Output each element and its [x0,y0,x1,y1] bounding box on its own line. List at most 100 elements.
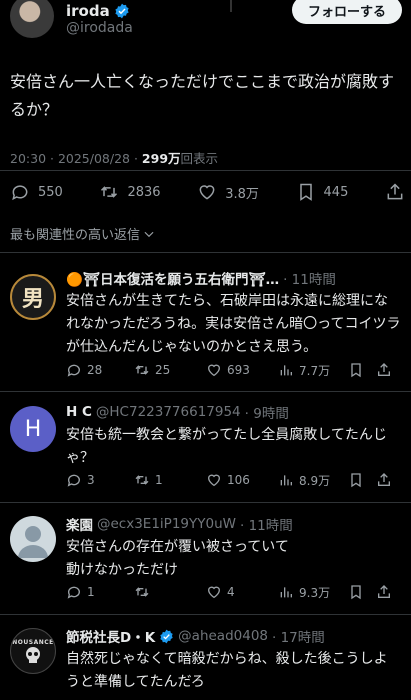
bookmark-icon [299,183,312,201]
heart-icon [207,474,221,487]
divider [0,614,411,615]
reply-header: 節税社長D・K @ahead0408 · 17時間 [66,626,401,646]
analytics-icon [280,587,292,598]
reply-time[interactable]: · 11時間 [240,514,293,534]
reply-handle[interactable]: @HC7223776617954 [96,404,241,420]
reply-action[interactable]: 550 [10,182,63,202]
reply-repost-action[interactable]: 25 [134,362,206,378]
author-handle: @irodada [66,20,133,36]
reply-views[interactable]: 8.9万 [278,472,348,489]
reply-sort-dropdown[interactable]: 最も関連性の高い返信 [10,224,156,243]
post-views-suffix: 回表示 [180,151,219,166]
reply-icon [12,185,28,201]
reply-header: 🟠⛩日本復活を願う五右衛門⛩… · 11時間 [66,268,401,288]
author-name-row[interactable]: iroda [66,2,130,20]
heart-icon [207,586,221,599]
reply-share-action[interactable] [376,584,392,600]
avatar-glyph: 男 [21,287,44,312]
reply-reply-count: 3 [87,473,95,487]
reply-view-count: 7.7万 [299,363,331,378]
share-icon [378,473,390,486]
chevron-down-icon [144,231,154,237]
reply-text: 安倍さんが生きてたら、石破岸田は永遠に総理になれなかっただろうね。実は安倍さん暗… [66,293,401,355]
bookmark-count: 445 [323,184,349,200]
bookmark-icon [351,585,361,600]
reply-reply-action[interactable]: 1 [66,584,134,600]
reply-bookmark-action[interactable] [348,584,376,600]
reply-like-action[interactable]: 693 [206,362,278,378]
reply-author-name[interactable]: 節税社長D・K [66,626,155,646]
reply-author-name[interactable]: 🟠⛩日本復活を願う五右衛門⛩… [66,268,279,288]
author-avatar[interactable] [10,0,54,38]
reply-bookmark-action[interactable] [348,362,376,378]
reply-author-name[interactable]: H C [66,404,92,420]
reply-avatar[interactable]: NOUSANCE [10,628,56,674]
divider [0,502,411,503]
repost-action[interactable]: 2836 [99,182,161,202]
reply-icon [67,474,80,487]
reply-text: 安倍も統一教会と繋がってたし全員腐敗してたんじゃ？ [66,427,387,466]
reply-author-name[interactable]: 楽園 [66,514,93,534]
reply-actions: 3 1 106 8.9万 [66,470,401,490]
reply-share-action[interactable] [376,472,392,488]
repost-icon [101,186,118,198]
share-icon [387,183,403,200]
reply-text: 自然死じゃなくて暗殺だからね、殺した後こうしようと準備してたんだろ [66,651,388,690]
repost-icon [135,475,149,485]
bookmark-icon [351,473,361,488]
verified-badge-icon [115,3,129,19]
reply-bookmark-action[interactable] [348,472,376,488]
divider [0,391,411,392]
reply-avatar[interactable] [10,516,56,562]
reply-like-count: 693 [227,363,250,377]
reply-time[interactable]: · 17時間 [272,626,325,646]
reply-count: 550 [38,184,63,200]
post-timestamp[interactable]: 20:30 · 2025/08/28 · [10,151,142,166]
post-meta: 20:30 · 2025/08/28 · 299万回表示 [10,148,218,167]
reply-text: 安倍さんの存在が覆い被さっていて 動けなかっただけ [66,539,289,578]
post-text: 安倍さん一人亡くなっただけでここまで政治が腐敗するか？ [10,72,395,119]
reply-header: H C @HC7223776617954 · 9時間 [66,402,401,422]
like-count: 3.8万 [225,186,259,202]
reply-sort-label: 最も関連性の高い返信 [10,228,141,243]
post-actions: 550 2836 3.8万 445 [10,180,405,204]
reply-views[interactable]: 9.3万 [278,584,348,601]
analytics-icon [280,475,292,486]
bookmark-icon [351,363,361,378]
reply-avatar[interactable]: H [10,406,56,452]
reply-time[interactable]: · 11時間 [283,268,336,288]
reply-actions: 1 4 9.3万 [66,582,401,602]
share-action[interactable] [385,182,405,202]
reply-handle[interactable]: @ahead0408 [178,628,268,644]
reply-avatar[interactable]: 男 [10,274,56,320]
reply-repost-count: 25 [155,363,171,377]
reply-time[interactable]: · 9時間 [245,402,289,422]
reply-views[interactable]: 7.7万 [278,362,348,379]
reply-repost-action[interactable]: 1 [134,472,206,488]
analytics-icon [280,365,292,376]
reply-share-action[interactable] [376,362,392,378]
reply-view-count: 8.9万 [299,473,331,488]
verified-badge-icon [160,629,173,643]
reply-like-action[interactable]: 106 [206,472,278,488]
reply-view-count: 9.3万 [299,585,331,600]
reply-repost-action[interactable] [134,584,206,600]
reply-icon [67,364,80,377]
reply-reply-action[interactable]: 3 [66,472,134,488]
post-views: 299万 [141,151,181,166]
default-user-icon [18,526,48,558]
divider [0,170,411,171]
divider [0,252,411,253]
reply-actions: 28 25 693 7.7万 [66,360,401,380]
reply-handle[interactable]: @ecx3E1iP19YY0uW [97,516,236,532]
follow-button[interactable]: フォローする [292,0,402,24]
repost-count: 2836 [127,184,161,200]
reply-icon [67,586,80,599]
like-action[interactable]: 3.8万 [197,182,259,202]
reply-like-count: 4 [227,585,235,599]
share-icon [378,585,390,598]
reply-reply-action[interactable]: 28 [66,362,134,378]
reply-like-count: 106 [227,473,250,487]
reply-like-action[interactable]: 4 [206,584,278,600]
bookmark-action[interactable]: 445 [296,182,349,202]
